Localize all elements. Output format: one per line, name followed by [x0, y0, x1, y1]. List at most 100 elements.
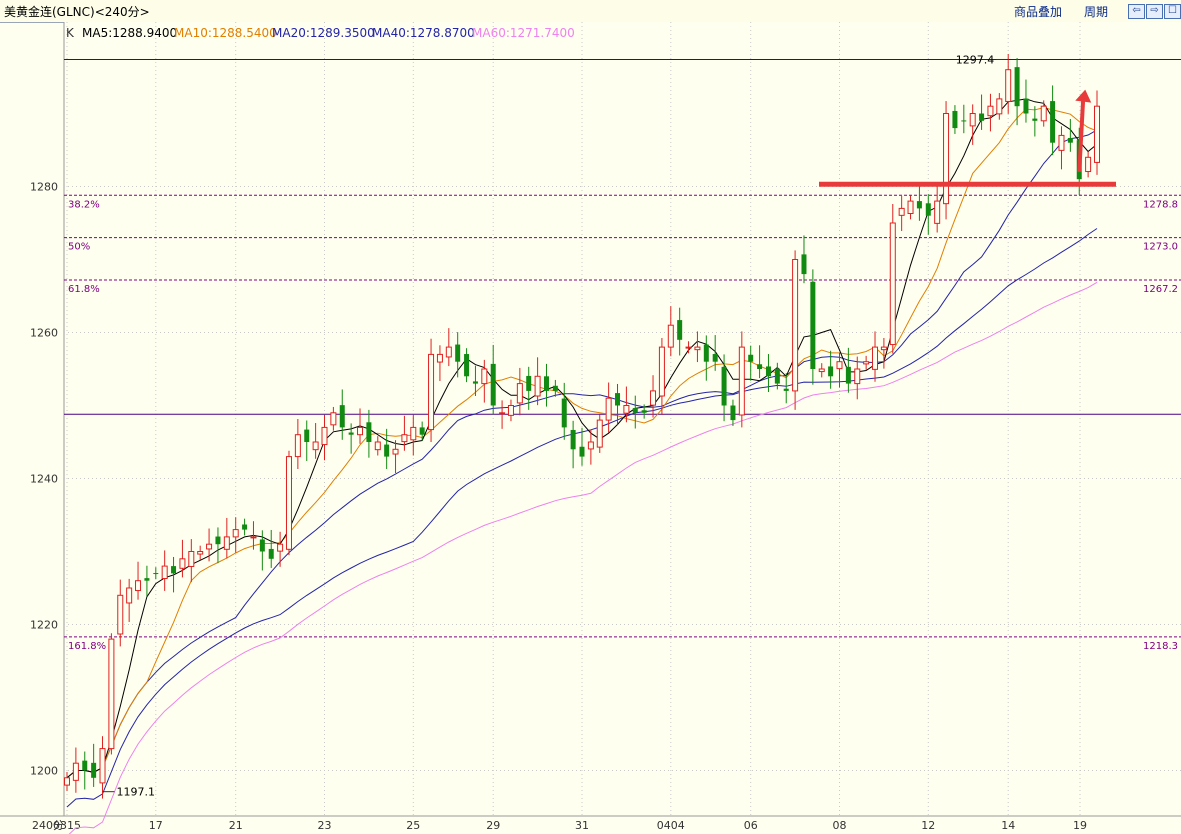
y-tick-label: 1280 [30, 181, 58, 194]
x-tick-label: 21 [229, 819, 243, 832]
candle-body [410, 426, 417, 441]
candle-body [685, 346, 692, 349]
fib-value-label: 1273.0 [1143, 242, 1178, 253]
candle-body [171, 566, 177, 574]
candle-body [996, 98, 1003, 115]
arrow-left-icon[interactable]: ⇦ [1128, 4, 1145, 19]
fib-level-label: 161.8% [68, 641, 106, 652]
candle-body [268, 548, 274, 559]
y-tick-label: 1200 [30, 765, 58, 778]
candle-body [845, 366, 851, 384]
candle-body [91, 762, 97, 778]
candle-body [925, 203, 931, 216]
candle-body [818, 368, 825, 373]
candle-body [401, 434, 408, 443]
candle-body [366, 422, 372, 442]
candle-body [677, 320, 683, 340]
ma10-label: MA10:1288.5400 [174, 26, 277, 40]
candle-body [721, 366, 727, 406]
arrow-right-icon[interactable]: ⇨ [1146, 4, 1163, 19]
candle-body [738, 346, 745, 416]
candle-body [552, 385, 558, 391]
candle-body [1032, 118, 1038, 121]
x-tick-label: 19 [1073, 819, 1087, 832]
candle-body [250, 536, 257, 539]
candle-body [321, 426, 328, 446]
candle-body [774, 368, 780, 384]
candle-body [135, 580, 142, 592]
candle-body [543, 376, 549, 391]
fib-value-label: 1218.3 [1143, 641, 1178, 652]
candle-body [801, 254, 807, 275]
candle-body [632, 408, 638, 413]
candle-body [828, 366, 834, 377]
candle-body [206, 543, 213, 550]
x-tick-label: 23 [318, 819, 332, 832]
candle-body [64, 777, 70, 786]
x-tick-label: 14 [1001, 819, 1015, 832]
candle-body [384, 444, 390, 457]
candle-body [277, 543, 284, 552]
candle-body [197, 551, 204, 555]
candle-body [445, 346, 452, 358]
y-tick-label: 1240 [30, 473, 58, 486]
candle-body [836, 361, 843, 370]
candle-body [748, 354, 754, 362]
candle-body [481, 368, 488, 385]
candle-body [561, 398, 567, 428]
candle-body [1023, 98, 1029, 114]
candle-body [615, 393, 621, 406]
candle-body [596, 419, 603, 448]
candle-body [872, 346, 879, 370]
candle-body [792, 259, 799, 392]
x-tick-label: 29 [486, 819, 500, 832]
candle-body [153, 573, 159, 575]
x-tick-label: 0404 [657, 819, 685, 832]
candle-body [658, 346, 665, 397]
candle-body [99, 748, 106, 784]
x-tick-label: 08 [833, 819, 847, 832]
candle-body [348, 432, 354, 435]
candle-body [961, 120, 967, 122]
candle-body [526, 375, 532, 391]
candle-body [161, 565, 168, 580]
low-price-label: 1197.1 [117, 786, 156, 799]
overlay-commodity-button[interactable]: 商品叠加 [1014, 3, 1062, 20]
candle-body [117, 594, 124, 635]
ma40-label: MA40:1278.8700 [372, 26, 475, 40]
candle-body [312, 441, 319, 451]
candle-body [294, 434, 301, 458]
candle-body [1058, 134, 1065, 151]
candle-body [223, 536, 230, 550]
candle-body [1094, 105, 1100, 163]
ma5-label: MA5:1288.9400 [82, 26, 177, 40]
chart-title: 美黄金连(GLNC)<240分> [4, 5, 150, 19]
x-tick-label: 17 [149, 819, 163, 832]
candle-body [650, 390, 657, 406]
candle-body [499, 412, 506, 415]
fib-level-label: 61.8% [68, 284, 100, 295]
candle-body [667, 324, 674, 348]
candle-body [72, 762, 79, 781]
candle-body [712, 354, 718, 362]
candle-body [757, 364, 763, 369]
candlestick-chart: 38.2% 1278.850% 1273.061.8% 1267.2161.8% 121… [0, 22, 1181, 834]
candle-body [304, 429, 310, 442]
candle-body [1067, 137, 1073, 143]
candle-body [810, 281, 816, 369]
candle-body [730, 405, 736, 421]
candle-body [1014, 67, 1020, 107]
close-icon[interactable]: ☐ [1164, 4, 1181, 19]
candle-body [952, 110, 958, 129]
candle-body [765, 366, 771, 377]
candle-body [82, 760, 88, 771]
candle-body [374, 441, 381, 451]
candle-body [969, 113, 976, 127]
candle-body [339, 405, 345, 428]
x-tick-labels: 0315 17 21 23 25 29 31 0404 06 08 12 14 19 [53, 819, 1087, 832]
candle-body [436, 353, 443, 363]
nav-button-group: ⇦ ⇨ ☐ [1128, 4, 1181, 19]
period-button[interactable]: 周期 [1084, 3, 1108, 20]
x-tick-label: 12 [921, 819, 935, 832]
candle-body [1050, 101, 1056, 143]
